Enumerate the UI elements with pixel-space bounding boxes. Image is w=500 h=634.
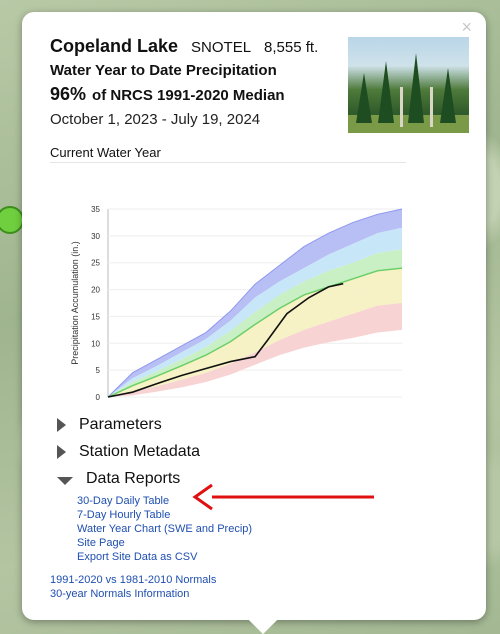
report-site-page[interactable]: Site Page bbox=[77, 536, 252, 550]
station-network: SNOTEL bbox=[191, 39, 252, 56]
normals-information-link[interactable]: 30-year Normals Information bbox=[50, 587, 216, 601]
y-tick-label: 5 bbox=[96, 366, 101, 375]
data-report-links: 30-Day Daily Table 7-Day Hourly Table Wa… bbox=[77, 494, 252, 564]
close-icon[interactable]: × bbox=[461, 17, 472, 38]
parameters-label: Parameters bbox=[79, 416, 162, 433]
date-range: October 1, 2023 - July 19, 2024 bbox=[50, 111, 261, 128]
data-reports-label: Data Reports bbox=[86, 470, 181, 487]
photo-tree bbox=[356, 73, 372, 123]
y-tick-label: 35 bbox=[91, 205, 100, 214]
station-name: Copeland Lake bbox=[50, 36, 179, 56]
current-water-year-label: Current Water Year bbox=[50, 145, 161, 160]
collapse-arrow-icon bbox=[57, 476, 73, 485]
photo-tree bbox=[378, 61, 394, 123]
chart-subtitle: Water Year to Date Precipitation bbox=[50, 62, 277, 79]
station-metadata-label: Station Metadata bbox=[79, 443, 200, 460]
precipitation-chart: 05101520253035Nov 1Jan 1Mar 1May 1Jul 1S… bbox=[70, 205, 403, 402]
percent-of-median: 96% bbox=[50, 84, 87, 104]
report-water-year-chart[interactable]: Water Year Chart (SWE and Precip) bbox=[77, 522, 252, 536]
station-photo[interactable] bbox=[348, 37, 469, 133]
percent-description: of NRCS 1991-2020 Median bbox=[92, 87, 285, 104]
expand-arrow-icon bbox=[57, 418, 66, 432]
y-tick-label: 15 bbox=[91, 312, 100, 321]
normals-links: 1991-2020 vs 1981-2010 Normals 30-year N… bbox=[50, 573, 216, 601]
y-tick-label: 30 bbox=[91, 232, 100, 241]
expand-arrow-icon bbox=[57, 445, 66, 459]
data-reports-toggle[interactable]: Data Reports bbox=[57, 470, 180, 488]
parameters-toggle[interactable]: Parameters bbox=[57, 416, 162, 434]
station-popup: × Copeland Lake SNOTEL 8,555 ft. Water Y… bbox=[22, 12, 486, 634]
y-tick-label: 20 bbox=[91, 286, 100, 295]
y-tick-label: 10 bbox=[91, 339, 100, 348]
photo-tree bbox=[408, 53, 424, 123]
station-elevation: 8,555 ft. bbox=[264, 39, 319, 56]
photo-trunk bbox=[430, 87, 433, 127]
y-tick-label: 0 bbox=[96, 393, 101, 402]
report-30-day-daily-table[interactable]: 30-Day Daily Table bbox=[77, 494, 252, 508]
popup-header: Copeland Lake SNOTEL 8,555 ft. Water Yea… bbox=[50, 36, 340, 160]
station-metadata-toggle[interactable]: Station Metadata bbox=[57, 443, 200, 461]
report-7-day-hourly-table[interactable]: 7-Day Hourly Table bbox=[77, 508, 252, 522]
photo-tree bbox=[440, 68, 456, 123]
normals-comparison-link[interactable]: 1991-2020 vs 1981-2010 Normals bbox=[50, 573, 216, 587]
y-tick-label: 25 bbox=[91, 259, 100, 268]
photo-trunk bbox=[400, 87, 403, 127]
report-export-csv[interactable]: Export Site Data as CSV bbox=[77, 550, 252, 564]
header-divider bbox=[50, 162, 406, 163]
y-axis-label: Precipitation Accumulation (in.) bbox=[70, 241, 80, 365]
